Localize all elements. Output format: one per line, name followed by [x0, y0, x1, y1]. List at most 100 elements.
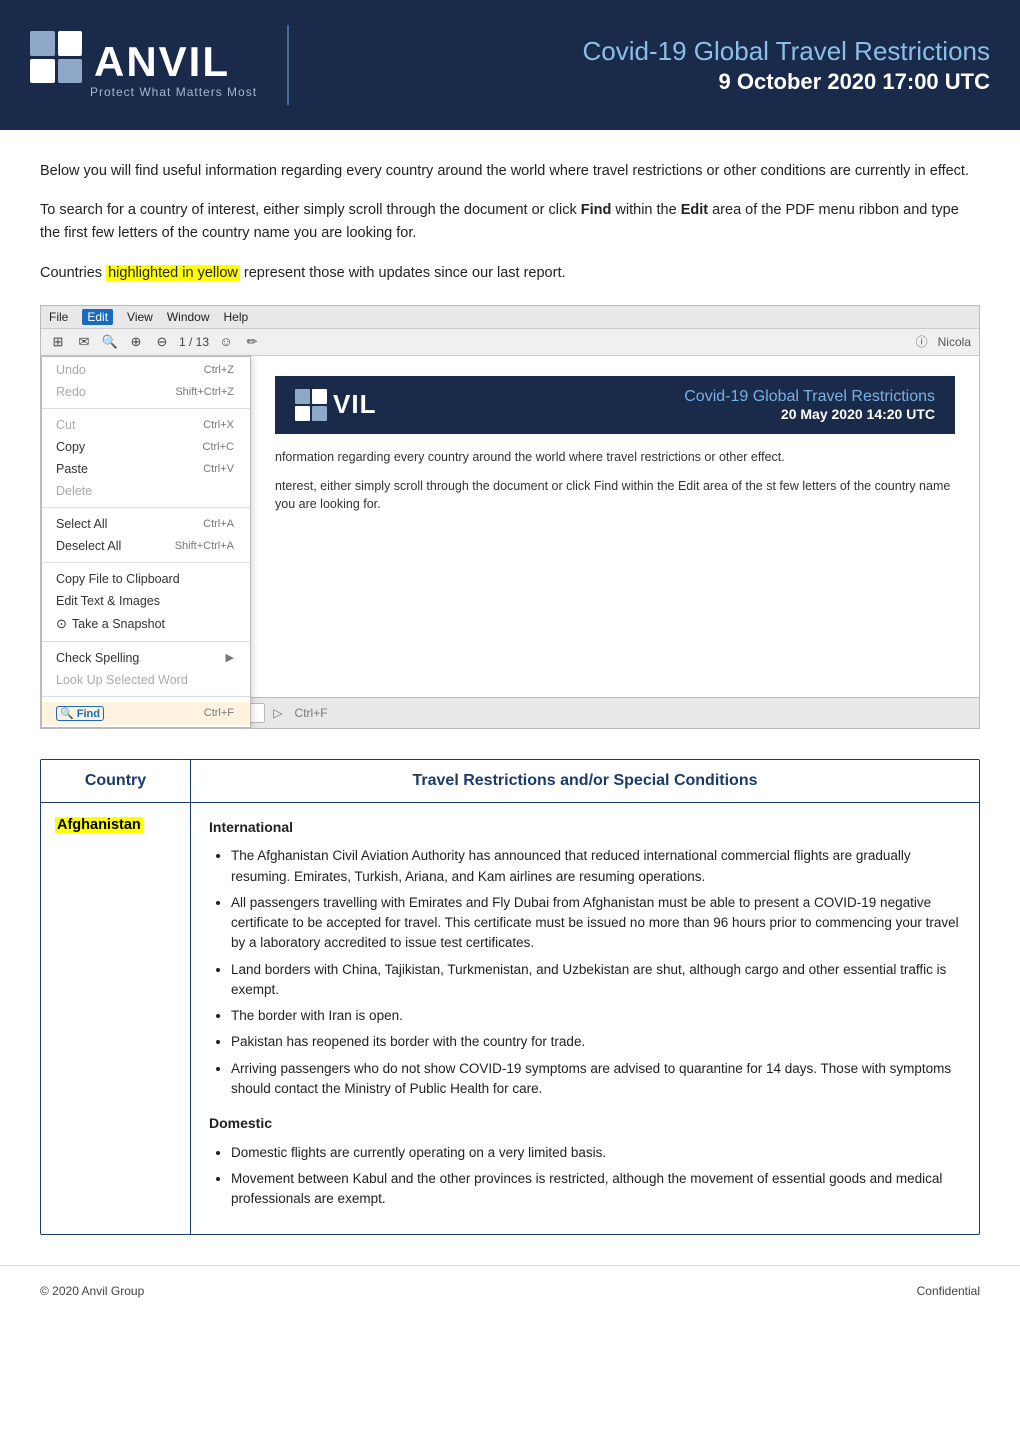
- pdf-menu-cut-label: Cut: [56, 418, 75, 432]
- bullet-2: All passengers travelling with Emirates …: [231, 893, 961, 954]
- pdf-menu-screenshot: File Edit View Window Help ⊞ ✉ 🔍 ⊕ ⊖ 1 /…: [40, 305, 980, 729]
- pdf-inner-block-bl: [295, 406, 310, 421]
- pdf-menu-undo-label: Undo: [56, 363, 86, 377]
- toolbar-icon-2: ✉: [75, 333, 93, 351]
- pdf-inner-text2-pre: nterest, either simply scroll through th…: [275, 479, 950, 512]
- toolbar-icon-5: ⊖: [153, 333, 171, 351]
- section-heading-domestic: Domestic: [209, 1113, 961, 1135]
- domestic-bullets: Domestic flights are currently operating…: [209, 1143, 961, 1210]
- pdf-menu-view[interactable]: View: [127, 310, 153, 324]
- pdf-menu-spelling-arrow: ▶: [226, 651, 234, 664]
- pdf-edit-dropdown: Undo Ctrl+Z Redo Shift+Ctrl+Z Cut Ctrl+X: [41, 356, 251, 728]
- travel-restrictions-table: Country Travel Restrictions and/or Speci…: [40, 759, 980, 1235]
- footer-confidential: Confidential: [917, 1284, 980, 1298]
- pdf-sep-3: [42, 562, 250, 563]
- pdf-menu-check-spelling-label: Check Spelling: [56, 651, 139, 665]
- toolbar-user: ⓘ Nicola: [916, 333, 971, 350]
- pdf-menu-section-6: 🔍 Find Ctrl+F: [42, 700, 250, 727]
- pdf-menu-check-spelling[interactable]: Check Spelling ▶: [42, 647, 250, 669]
- toolbar-icon-7: ✏: [243, 333, 261, 351]
- pdf-sep-2: [42, 507, 250, 508]
- bullet-1: The Afghanistan Civil Aviation Authority…: [231, 846, 961, 887]
- pdf-menu-redo-shortcut: Shift+Ctrl+Z: [175, 386, 234, 398]
- pdf-inner-anvil-text: VIL: [333, 389, 376, 420]
- pdf-menu-delete-label: Delete: [56, 484, 92, 498]
- pdf-sep-1: [42, 408, 250, 409]
- pdf-menu-select-all[interactable]: Select All Ctrl+A: [42, 513, 250, 535]
- intro-p2-mid: within the: [611, 202, 680, 218]
- pdf-menu-copy-label: Copy: [56, 440, 85, 454]
- footer-copyright: © 2020 Anvil Group: [40, 1284, 144, 1298]
- pdf-inner-block-br: [312, 406, 327, 421]
- pdf-menu-section-5: Check Spelling ▶ Look Up Selected Word: [42, 645, 250, 693]
- pdf-menu-select-all-shortcut: Ctrl+A: [203, 518, 234, 530]
- page-footer: © 2020 Anvil Group Confidential: [0, 1265, 1020, 1312]
- find-bar-shortcut: Ctrl+F: [295, 706, 328, 720]
- pdf-inner-title-area: Covid-19 Global Travel Restrictions 20 M…: [376, 388, 935, 422]
- intro-paragraph-3: Countries highlighted in yellow represen…: [40, 262, 980, 285]
- intro-paragraph-1: Below you will find useful information r…: [40, 160, 980, 183]
- pdf-menu-paste[interactable]: Paste Ctrl+V: [42, 458, 250, 480]
- domestic-bullet-1: Domestic flights are currently operating…: [231, 1143, 961, 1163]
- intro-p3-post: represent those with updates since our l…: [240, 265, 566, 281]
- pdf-content-overlay: VIL Covid-19 Global Travel Restrictions …: [251, 356, 979, 728]
- logo-block-br: [58, 59, 83, 84]
- international-bullets: The Afghanistan Civil Aviation Authority…: [209, 846, 961, 1099]
- pdf-menu-redo[interactable]: Redo Shift+Ctrl+Z: [42, 381, 250, 403]
- pdf-inner-body-text-2: nterest, either simply scroll through th…: [275, 477, 955, 515]
- afghanistan-label: Afghanistan: [55, 817, 143, 833]
- report-date: 9 October 2020 17:00 UTC: [319, 69, 990, 95]
- toolbar-icon-1: ⊞: [49, 333, 67, 351]
- pdf-menu-window[interactable]: Window: [167, 310, 210, 324]
- bullet-3: Land borders with China, Tajikistan, Tur…: [231, 960, 961, 1001]
- header-divider: [287, 25, 289, 105]
- pdf-menu-lookup[interactable]: Look Up Selected Word: [42, 669, 250, 691]
- pdf-menu-deselect-all-shortcut: Shift+Ctrl+A: [175, 540, 234, 552]
- pdf-menu-snapshot[interactable]: ⊙ Take a Snapshot: [42, 612, 250, 636]
- pdf-menu-redo-label: Redo: [56, 385, 86, 399]
- pdf-inner-report-title: Covid-19 Global Travel Restrictions: [376, 388, 935, 406]
- pdf-menu-copy-shortcut: Ctrl+C: [203, 441, 234, 453]
- pdf-menu-section-4: Copy File to Clipboard Edit Text & Image…: [42, 566, 250, 638]
- pdf-menu-undo[interactable]: Undo Ctrl+Z: [42, 359, 250, 381]
- pdf-menu-copy-file-label: Copy File to Clipboard: [56, 572, 180, 586]
- pdf-menu-lookup-label: Look Up Selected Word: [56, 673, 188, 687]
- pdf-menu-edit-text-label: Edit Text & Images: [56, 594, 160, 608]
- page-header: ANVIL Protect What Matters Most Covid-19…: [0, 0, 1020, 130]
- pdf-menu-delete[interactable]: Delete: [42, 480, 250, 502]
- toolbar-icon-3: 🔍: [101, 333, 119, 351]
- pdf-menu-find-row[interactable]: 🔍 Find Ctrl+F: [42, 702, 250, 725]
- logo-subtitle: Protect What Matters Most: [90, 85, 257, 99]
- intro-paragraph-2: To search for a country of interest, eit…: [40, 199, 980, 245]
- table-row: Afghanistan International The Afghanista…: [41, 803, 979, 1234]
- pdf-menu-paste-label: Paste: [56, 462, 88, 476]
- pdf-menu-edit-text[interactable]: Edit Text & Images: [42, 590, 250, 612]
- pdf-menu-deselect-all[interactable]: Deselect All Shift+Ctrl+A: [42, 535, 250, 557]
- table-header-row: Country Travel Restrictions and/or Speci…: [41, 760, 979, 803]
- pdf-menu-edit[interactable]: Edit: [82, 309, 113, 325]
- pdf-menu-copy[interactable]: Copy Ctrl+C: [42, 436, 250, 458]
- pdf-menu-file[interactable]: File: [49, 310, 68, 324]
- logo-block-bl: [30, 59, 55, 84]
- pdf-menu-cut[interactable]: Cut Ctrl+X: [42, 414, 250, 436]
- logo-blocks: [30, 31, 82, 83]
- pdf-inner-block-tl: [295, 389, 310, 404]
- domestic-bullet-2: Movement between Kabul and the other pro…: [231, 1169, 961, 1210]
- pdf-inner-header: VIL Covid-19 Global Travel Restrictions …: [275, 376, 955, 434]
- intro-p3-pre: Countries: [40, 265, 106, 281]
- pdf-menu-undo-shortcut: Ctrl+Z: [204, 364, 234, 376]
- pdf-sep-5: [42, 696, 250, 697]
- pdf-menu-deselect-all-label: Deselect All: [56, 539, 121, 553]
- intro-p2-pre: To search for a country of interest, eit…: [40, 202, 581, 218]
- main-content: Below you will find useful information r…: [0, 130, 1020, 1255]
- toolbar-icon-6: ☺: [217, 333, 235, 351]
- toolbar-icon-4: ⊕: [127, 333, 145, 351]
- pdf-menu-copy-file[interactable]: Copy File to Clipboard: [42, 568, 250, 590]
- table-header-restrictions: Travel Restrictions and/or Special Condi…: [191, 760, 979, 802]
- pdf-menu-select-all-label: Select All: [56, 517, 107, 531]
- pdf-body: Undo Ctrl+Z Redo Shift+Ctrl+Z Cut Ctrl+X: [41, 356, 979, 728]
- country-cell-afghanistan: Afghanistan: [41, 803, 191, 1234]
- pdf-inner-logo-blocks: [295, 389, 327, 421]
- find-bar-arrow: ▷: [273, 706, 282, 720]
- pdf-menu-help[interactable]: Help: [224, 310, 249, 324]
